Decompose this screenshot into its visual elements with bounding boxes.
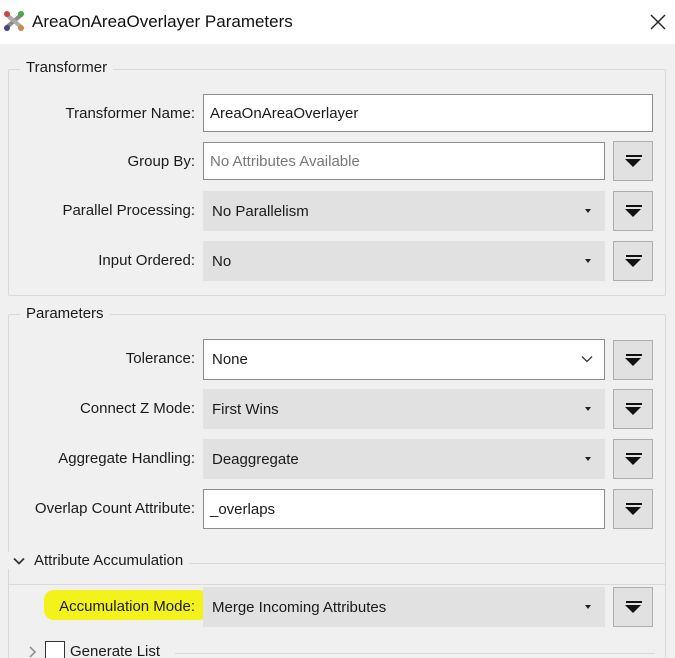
menu-triangle-icon [625,159,641,167]
title-bar: AreaOnAreaOverlayer Parameters [0,0,675,44]
tolerance-combobox[interactable]: None [203,339,605,380]
parallel-processing-dropdown[interactable]: No Parallelism [203,191,605,231]
accumulation-mode-label: Accumulation Mode: [59,598,195,615]
input-ordered-menu-button[interactable] [613,241,653,281]
dropdown-arrow-icon [585,457,591,461]
transformer-name-label: Transformer Name: [65,105,195,122]
input-ordered-value: No [212,252,232,270]
parallel-processing-value: No Parallelism [212,202,309,220]
tolerance-menu-button[interactable] [613,340,653,380]
fme-transformer-icon [4,11,24,31]
parallel-processing-label: Parallel Processing: [62,202,195,219]
tolerance-label: Tolerance: [125,350,195,367]
close-icon [650,14,666,30]
group-by-label: Group By: [127,153,195,170]
input-ordered-label: Input Ordered: [98,252,195,269]
menu-triangle-icon [625,457,641,465]
tolerance-value: None [212,351,248,368]
menu-triangle-icon [625,209,641,217]
menu-triangle-icon [625,507,641,515]
accumulation-mode-menu-button[interactable] [613,587,653,627]
generate-list-label: Generate List [70,643,161,658]
dropdown-arrow-icon [585,209,591,213]
accumulation-mode-dropdown[interactable]: Merge Incoming Attributes [203,587,605,627]
menu-triangle-icon [625,605,641,613]
generate-list-checkbox[interactable] [45,641,65,658]
transformer-name-field[interactable]: AreaOnAreaOverlayer [203,94,653,132]
menu-triangle-icon [625,259,641,267]
menu-triangle-icon [625,407,641,415]
chevron-down-icon [581,356,593,363]
connect-z-mode-label: Connect Z Mode: [79,400,195,417]
aggregate-handling-dropdown[interactable]: Deaggregate [203,439,605,479]
connect-z-mode-menu-button[interactable] [613,389,653,429]
attribute-accumulation-header[interactable]: Attribute Accumulation [8,552,190,569]
chevron-right-icon[interactable] [27,645,39,658]
overlap-count-attribute-label: Overlap Count Attribute: [34,500,195,517]
dropdown-arrow-icon [585,259,591,263]
connect-z-mode-value: First Wins [212,400,279,418]
group-by-menu-button[interactable] [613,141,653,181]
chevron-down-icon[interactable] [12,554,26,568]
aggregate-handling-value: Deaggregate [212,450,299,468]
group-by-field[interactable]: No Attributes Available [203,142,605,180]
menu-triangle-icon [625,358,641,366]
aggregate-handling-label: Aggregate Handling: [58,450,195,467]
close-button[interactable] [642,6,674,38]
dropdown-arrow-icon [585,605,591,609]
window-title: AreaOnAreaOverlayer Parameters [32,12,293,31]
aggregate-handling-menu-button[interactable] [613,439,653,479]
parallel-processing-menu-button[interactable] [613,191,653,231]
transformer-group-legend: Transformer [20,59,114,76]
overlap-count-attribute-menu-button[interactable] [613,489,653,529]
dialog-content: Transformer Transformer Name: AreaOnArea… [0,44,675,658]
input-ordered-dropdown[interactable]: No [203,241,605,281]
parameters-group-legend: Parameters [20,305,110,322]
connect-z-mode-dropdown[interactable]: First Wins [203,389,605,429]
generate-list-divider [175,653,655,654]
dropdown-arrow-icon [585,407,591,411]
attribute-accumulation-legend: Attribute Accumulation [34,552,184,569]
overlap-count-attribute-field[interactable]: _overlaps [203,489,605,529]
accumulation-mode-value: Merge Incoming Attributes [212,598,387,616]
